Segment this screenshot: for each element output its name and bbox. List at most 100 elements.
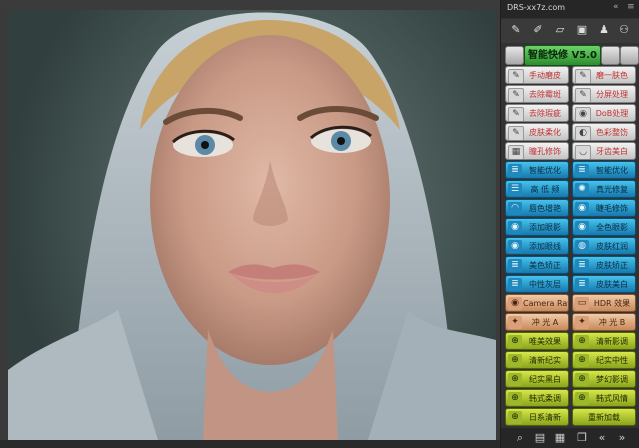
globe-icon: ⊕ (575, 335, 589, 348)
action-button[interactable]: ≣ 美色矫正 (505, 256, 569, 274)
action-button[interactable]: ⊕ 梦幻影调 (572, 370, 636, 388)
portrait-photo[interactable] (8, 10, 496, 440)
film-icon[interactable]: ▤ (533, 431, 547, 445)
action-button-label: HDR 效果 (593, 299, 631, 308)
status-bar (0, 440, 500, 448)
action-button-label: 皮肤矫正 (596, 261, 628, 270)
action-button-label: 韩式风情 (596, 394, 628, 403)
action-button[interactable]: ⊕ 唯美效果 (505, 332, 569, 350)
eyedropper-icon[interactable]: ✎ (509, 23, 523, 37)
eye-icon: ◉ (508, 240, 522, 253)
action-button[interactable]: ≣ 皮肤矫正 (572, 256, 636, 274)
collapse-icon[interactable]: « (613, 2, 619, 12)
action-button[interactable]: ☰ 高 低 频 (505, 180, 569, 198)
action-button-label: 添加眼影 (529, 223, 561, 232)
action-button[interactable]: ≣ 智能优化 (505, 161, 569, 179)
action-button[interactable]: ◉ 添加眼线 (505, 237, 569, 255)
grid-icon: ▦ (508, 145, 524, 159)
action-button-label: 日系清新 (529, 413, 561, 422)
action-button[interactable]: ◡ 牙齿美白 (572, 142, 636, 160)
palette-icon: ◐ (575, 126, 591, 140)
button-row: ⊕ 清新纪实 ⊕ 纪实中性 (505, 351, 637, 369)
action-button[interactable]: ⊕ 清新纪实 (505, 351, 569, 369)
action-button-label: 瞳孔修饰 (529, 147, 561, 156)
action-button[interactable]: ✦ 冲 光 A (505, 313, 569, 331)
main-title-button[interactable]: 智能快修 V5.0 (524, 45, 601, 66)
action-button[interactable]: 重新加载 (572, 408, 636, 426)
action-button[interactable]: ✎ 磨一肤色 (572, 66, 636, 84)
action-button[interactable]: ◉ Camera Raw (505, 294, 569, 312)
button-row: ⊕ 日系清新 重新加载 (505, 408, 637, 426)
action-button[interactable]: ⊕ 纪实黑白 (505, 370, 569, 388)
action-button-label: 纪实黑白 (529, 375, 561, 384)
action-button[interactable]: ◍ 皮肤红润 (572, 237, 636, 255)
action-button-label: 韩式柔调 (529, 394, 561, 403)
action-button[interactable]: ◉ 全色眼影 (572, 218, 636, 236)
search-icon[interactable]: ⌕ (513, 431, 527, 445)
action-button[interactable]: ✺ 真光修复 (572, 180, 636, 198)
action-button[interactable]: ✎ 皮肤柔化 (505, 123, 569, 141)
people-icon[interactable]: ⚇ (617, 23, 631, 37)
globe-icon: ⊕ (508, 411, 522, 424)
action-button-label: 去除霉斑 (529, 90, 561, 99)
action-button[interactable]: ▦ 瞳孔修饰 (505, 142, 569, 160)
brush-tool-icon[interactable] (505, 46, 524, 65)
person-icon[interactable]: ♟ (597, 23, 611, 37)
action-button-label: 磨一肤色 (596, 71, 628, 80)
action-button[interactable]: ⊕ 韩式风情 (572, 389, 636, 407)
action-button-label: 美色矫正 (529, 261, 561, 270)
button-row: ⊕ 韩式柔调 ⊕ 韩式风情 (505, 389, 637, 407)
action-button[interactable]: ⊕ 纪实中性 (572, 351, 636, 369)
action-button[interactable]: ✎ 手动磨皮 (505, 66, 569, 84)
action-button[interactable]: ⊕ 日系清新 (505, 408, 569, 426)
chip-icon[interactable]: ▣ (575, 23, 589, 37)
button-row: ☰ 高 低 频 ✺ 真光修复 (505, 180, 637, 198)
action-button[interactable]: ◠ 唇色增艳 (505, 199, 569, 217)
action-button[interactable]: ⊕ 韩式柔调 (505, 389, 569, 407)
globe-icon: ⊕ (575, 373, 589, 386)
action-button-label: 分屏处理 (596, 90, 628, 99)
action-button-label: Camera Raw (523, 299, 569, 308)
frame-icon: ▭ (575, 297, 589, 310)
action-button[interactable]: ◉ 添加眼影 (505, 218, 569, 236)
globe-icon: ⊕ (575, 392, 589, 405)
eye-icon: ◉ (575, 221, 589, 234)
grid-icon[interactable]: ▦ (553, 431, 567, 445)
action-button-label: 色彩整饬 (596, 128, 628, 137)
brush-icon: ✎ (508, 107, 524, 121)
action-button-label: 皮肤红润 (596, 242, 628, 251)
forward-icon[interactable]: » (615, 431, 629, 445)
light-icon: ✦ (575, 316, 589, 329)
rewind-icon[interactable]: « (595, 431, 609, 445)
action-button-label: 纪实中性 (596, 356, 628, 365)
brush-icon: ✎ (508, 69, 524, 83)
action-button[interactable]: ✎ 分屏处理 (572, 85, 636, 103)
action-button[interactable]: ✎ 去除瑕疵 (505, 104, 569, 122)
action-button[interactable]: ◐ 色彩整饬 (572, 123, 636, 141)
brush-icon: ✎ (508, 126, 524, 140)
button-row: ✎ 皮肤柔化 ◐ 色彩整饬 (505, 123, 637, 141)
action-button-label: 梦幻影调 (596, 375, 628, 384)
sphere-alt-icon[interactable] (620, 46, 639, 65)
action-button[interactable]: ◉ DoB处理 (572, 104, 636, 122)
action-button[interactable]: ◉ 睫毛修饰 (572, 199, 636, 217)
action-button-label: 清新影调 (596, 337, 628, 346)
action-button[interactable]: ≣ 智能优化 (572, 161, 636, 179)
action-button[interactable]: ▭ HDR 效果 (572, 294, 636, 312)
layers-icon: ≣ (575, 164, 589, 177)
light-icon: ✦ (508, 316, 522, 329)
brush-icon: ✎ (575, 88, 591, 102)
menu-icon[interactable]: ≡ (627, 2, 635, 12)
action-button[interactable]: ✎ 去除霉斑 (505, 85, 569, 103)
action-button[interactable]: ≣ 中性灰层 (505, 275, 569, 293)
action-button[interactable]: ⊕ 清新影调 (572, 332, 636, 350)
button-row: ≣ 智能优化 ≣ 智能优化 (505, 161, 637, 179)
button-row: ◉ Camera Raw ▭ HDR 效果 (505, 294, 637, 312)
copy-icon[interactable]: ❐ (575, 431, 589, 445)
action-button[interactable]: ✦ 冲 光 B (572, 313, 636, 331)
drs-plugin-panel: DRS-xx7z.com « ≡ ✎ ✐ ▱ ▣ ♟ ⚇ 智能快修 V5.0 ✎… (500, 0, 639, 448)
action-button[interactable]: ≣ 皮肤美白 (572, 275, 636, 293)
sphere-icon[interactable] (601, 46, 620, 65)
brush-icon[interactable]: ✐ (531, 23, 545, 37)
ruler-icon[interactable]: ▱ (553, 23, 567, 37)
